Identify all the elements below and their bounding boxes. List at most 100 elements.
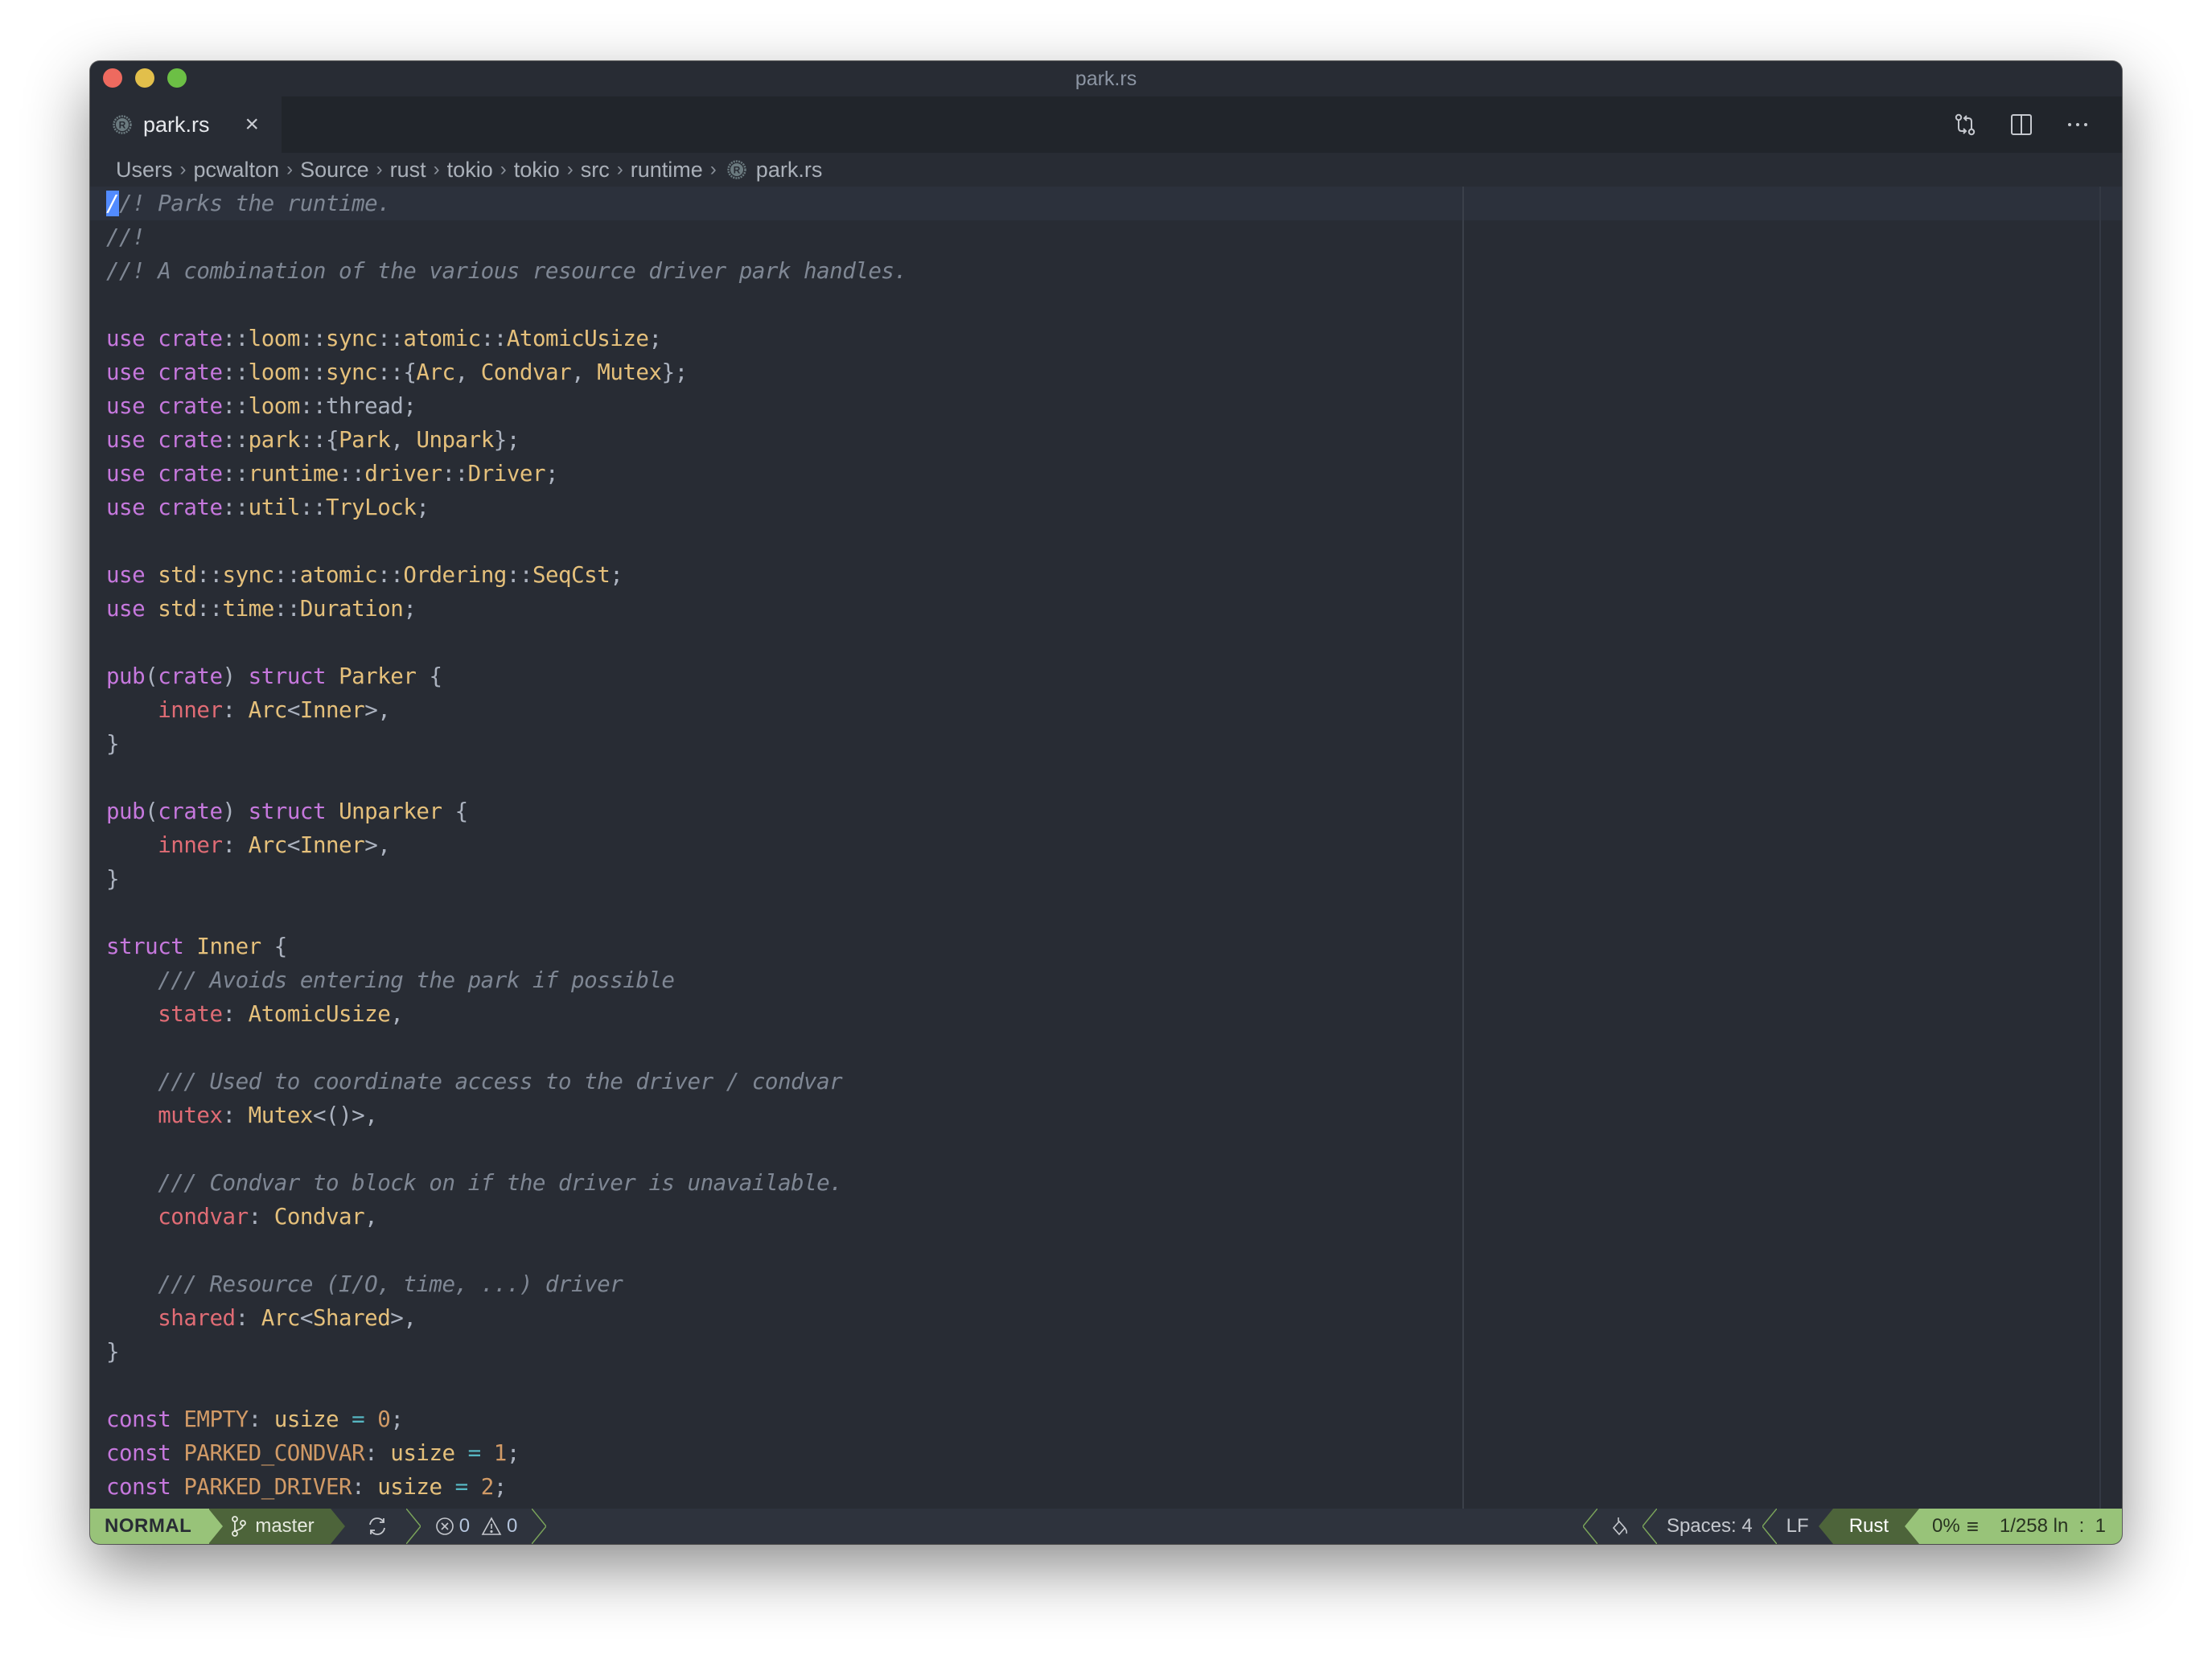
tab-park-rs[interactable]: R park.rs ×: [90, 96, 282, 153]
code-line[interactable]: }: [106, 862, 907, 896]
code-line[interactable]: use crate::loom::sync::{Arc, Condvar, Mu…: [106, 355, 907, 389]
close-window-button[interactable]: [103, 68, 122, 88]
code-line[interactable]: state: AtomicUsize,: [106, 997, 907, 1031]
line-column-readout: 1/258 ln : 1: [1999, 1515, 2106, 1537]
code-line[interactable]: /// Used to coordinate access to the dri…: [106, 1065, 907, 1098]
breadcrumb-item-file[interactable]: park.rs: [756, 158, 823, 183]
code-line[interactable]: [106, 1369, 907, 1402]
code-line[interactable]: /// Condvar to block on if the driver is…: [106, 1166, 907, 1200]
code-line[interactable]: [106, 1031, 907, 1065]
breadcrumb-item-source[interactable]: Source: [300, 158, 369, 183]
code-line[interactable]: const PARKED_CONDVAR: usize = 1;: [106, 1436, 907, 1470]
code-line[interactable]: use crate::runtime::driver::Driver;: [106, 457, 907, 491]
error-icon: [435, 1517, 454, 1536]
breadcrumb-item-tokio-sub[interactable]: tokio: [514, 158, 560, 183]
code-editor[interactable]: //! Parks the runtime.//!//! A combinati…: [90, 187, 2122, 1509]
chevron-right-icon: ›: [500, 158, 507, 180]
rust-file-icon: R: [727, 160, 746, 179]
warning-icon: [481, 1517, 502, 1536]
code-line[interactable]: inner: Arc<Inner>,: [106, 828, 907, 862]
window-controls: [103, 68, 187, 88]
code-line[interactable]: inner: Arc<Inner>,: [106, 693, 907, 727]
language-label: Rust: [1848, 1515, 1889, 1537]
editor-actions: [1953, 96, 2090, 153]
maximize-window-button[interactable]: [167, 68, 187, 88]
code-line[interactable]: use crate::loom::sync::atomic::AtomicUsi…: [106, 322, 907, 355]
close-tab-icon[interactable]: ×: [245, 113, 260, 137]
breadcrumb-item-users[interactable]: Users: [116, 158, 173, 183]
code-line[interactable]: [106, 1132, 907, 1166]
vim-mode-label: NORMAL: [105, 1515, 192, 1537]
code-line[interactable]: //!: [106, 220, 907, 254]
code-line[interactable]: [106, 896, 907, 930]
code-line[interactable]: [106, 288, 907, 322]
code-line[interactable]: }: [106, 1335, 907, 1369]
rust-file-icon: R: [113, 115, 132, 134]
git-branch-button[interactable]: master: [223, 1509, 331, 1544]
code-line[interactable]: pub(crate) struct Unparker {: [106, 795, 907, 828]
code-line[interactable]: [106, 1234, 907, 1267]
code-line[interactable]: use crate::loom::thread;: [106, 389, 907, 423]
chevron-right-icon: ›: [709, 158, 717, 180]
chevron-right-icon: ›: [376, 158, 383, 180]
problems-button[interactable]: 0 0: [421, 1509, 532, 1544]
breadcrumb-item-src[interactable]: src: [581, 158, 610, 183]
warning-count: 0: [507, 1515, 518, 1537]
code-line[interactable]: /// Resource (I/O, time, ...) driver: [106, 1267, 907, 1301]
open-changes-icon[interactable]: [1953, 113, 1977, 137]
code-line[interactable]: }: [106, 727, 907, 761]
chevron-right-icon: ›: [286, 158, 294, 180]
powerline-separator: [330, 1509, 345, 1544]
cursor-position[interactable]: 0% ≡ 1/258 ln : 1: [1919, 1509, 2122, 1544]
code-line[interactable]: [106, 626, 907, 659]
breadcrumb-item-runtime[interactable]: runtime: [631, 158, 703, 183]
breadcrumb-item-tokio[interactable]: tokio: [447, 158, 493, 183]
code-line[interactable]: condvar: Condvar,: [106, 1200, 907, 1234]
powerline-separator: [1582, 1509, 1597, 1544]
code-line[interactable]: pub(crate) struct Parker {: [106, 659, 907, 693]
ruler-guide: [1462, 187, 1464, 1509]
language-mode-button[interactable]: Rust: [1832, 1509, 1906, 1544]
git-branch-icon: [231, 1516, 247, 1537]
chevron-right-icon: ›: [566, 158, 574, 180]
code-line[interactable]: /// Avoids entering the park if possible: [106, 963, 907, 997]
code-line[interactable]: use crate::park::{Park, Unpark};: [106, 423, 907, 457]
code-line[interactable]: struct Inner {: [106, 930, 907, 963]
minimize-window-button[interactable]: [135, 68, 154, 88]
chevron-right-icon: ›: [616, 158, 623, 180]
powerline-separator: [1642, 1509, 1657, 1544]
powerline-separator: [1905, 1509, 1920, 1544]
code-line[interactable]: [106, 524, 907, 558]
scroll-percent: 0%: [1932, 1515, 1960, 1537]
code-line[interactable]: use std::time::Duration;: [106, 592, 907, 626]
git-branch-label: master: [255, 1515, 315, 1537]
status-bar: NORMAL master 0 0 Spaces: 4 LF Rust 0% ≡…: [90, 1509, 2122, 1544]
svg-text:R: R: [119, 120, 126, 131]
more-actions-icon[interactable]: [2066, 113, 2090, 137]
svg-text:R: R: [733, 165, 740, 176]
code-line[interactable]: //! A combination of the various resourc…: [106, 254, 907, 288]
powerline-separator: [405, 1509, 421, 1544]
code-content[interactable]: //! Parks the runtime.//!//! A combinati…: [106, 187, 907, 1504]
window-title: park.rs: [1075, 67, 1137, 90]
code-line[interactable]: use crate::util::TryLock;: [106, 491, 907, 524]
tab-bar: R park.rs ×: [90, 96, 2122, 153]
powerline-separator: [1762, 1509, 1777, 1544]
code-line[interactable]: const PARKED_DRIVER: usize = 2;: [106, 1470, 907, 1504]
code-line[interactable]: //! Parks the runtime.: [106, 187, 907, 220]
hamburger-icon: ≡: [1966, 1513, 1979, 1538]
code-line[interactable]: shared: Arc<Shared>,: [106, 1301, 907, 1335]
code-line[interactable]: [106, 761, 907, 795]
breadcrumb-item-rust[interactable]: rust: [390, 158, 426, 183]
eol-button[interactable]: LF: [1777, 1509, 1819, 1544]
scrollbar[interactable]: [2099, 187, 2101, 1509]
breadcrumb-item-pcwalton[interactable]: pcwalton: [194, 158, 280, 183]
code-line[interactable]: mutex: Mutex<()>,: [106, 1098, 907, 1132]
code-line[interactable]: const EMPTY: usize = 0;: [106, 1402, 907, 1436]
split-editor-icon[interactable]: [2009, 113, 2033, 137]
sync-button[interactable]: [345, 1509, 406, 1544]
editor-window: park.rs R park.rs × Users › pcwalton › S…: [90, 61, 2122, 1544]
feedback-button[interactable]: [1597, 1509, 1643, 1544]
code-line[interactable]: use std::sync::atomic::Ordering::SeqCst;: [106, 558, 907, 592]
indentation-button[interactable]: Spaces: 4: [1657, 1509, 1762, 1544]
